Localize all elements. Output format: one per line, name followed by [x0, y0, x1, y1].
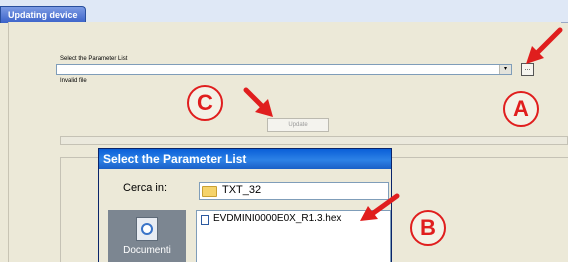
chevron-down-icon: ▾	[503, 66, 507, 72]
invalid-file-text: Invalid file	[60, 78, 87, 84]
open-file-dialog: Select the Parameter List Cerca in: TXT_…	[98, 148, 392, 262]
arrow-to-browse-icon	[526, 27, 563, 64]
annotation-circle-b: B	[410, 210, 446, 246]
hex-file-icon	[201, 215, 209, 225]
look-in-label: Cerca in:	[123, 182, 168, 194]
file-list-item[interactable]: EVDMINI0000E0X_R1.3.hex	[213, 213, 341, 224]
arrow-to-update-icon	[243, 87, 273, 117]
dialog-title-bar: Select the Parameter List	[99, 149, 391, 169]
look-in-value: TXT_32	[222, 184, 262, 196]
places-documents-label: Documenti	[123, 245, 171, 256]
progress-bar	[60, 136, 568, 145]
clock-icon	[141, 223, 153, 235]
updating-device-window: Updating device Select the Parameter Lis…	[0, 0, 568, 262]
documents-icon	[136, 217, 158, 241]
annotation-circle-a: A	[503, 91, 539, 127]
tab-strip: Updating device	[0, 0, 568, 23]
annotation-circle-c: C	[187, 85, 223, 121]
places-bar-documents[interactable]: Documenti	[108, 210, 186, 262]
combo-dropdown-button[interactable]: ▾	[499, 65, 511, 74]
parameter-list-combo[interactable]: ▾	[56, 64, 512, 75]
arrow-to-file-icon	[360, 193, 400, 221]
folder-icon	[202, 186, 217, 197]
tab-updating-device[interactable]: Updating device	[0, 6, 86, 23]
parameter-list-label: Select the Parameter List	[60, 56, 128, 62]
